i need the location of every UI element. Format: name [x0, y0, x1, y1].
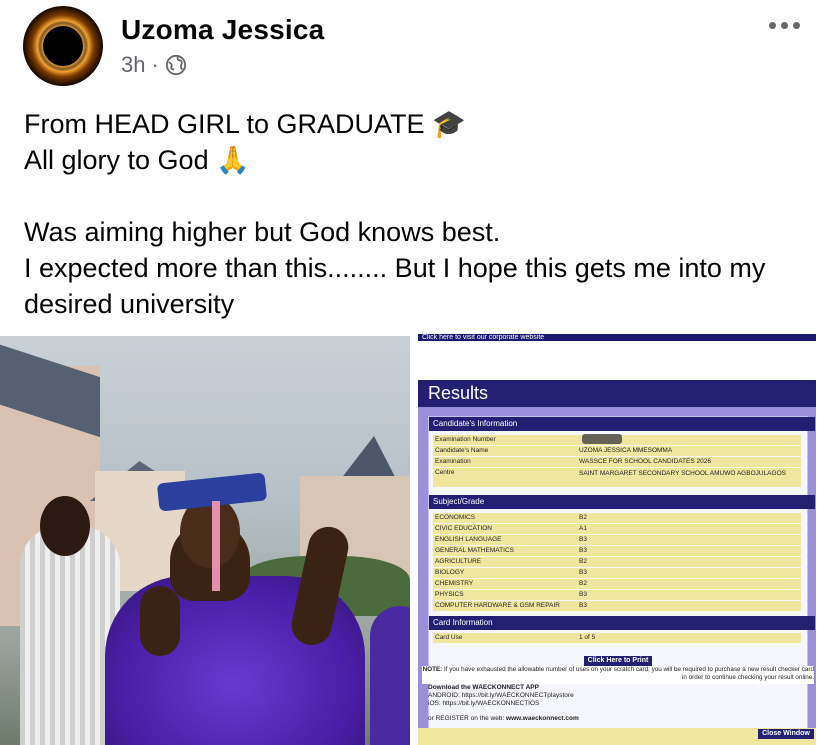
post-line: All glory to God 🙏: [24, 145, 250, 175]
author-avatar[interactable]: [23, 6, 103, 86]
candidate-row: Examination WASSCE FOR SCHOOL CANDIDATES…: [433, 457, 801, 467]
subject-grade: A1: [579, 525, 587, 532]
corporate-website-link: Click here to visit our corporate websit…: [418, 334, 816, 341]
post-time[interactable]: 3h: [121, 52, 145, 78]
post-line: From HEAD GIRL to GRADUATE 🎓: [24, 109, 466, 139]
results-title: Results: [418, 380, 816, 407]
subject-grade-header: Subject/Grade: [429, 495, 815, 509]
globe-icon: [165, 54, 186, 76]
redaction-mark: [582, 434, 622, 444]
grade-row: CIVIC EDUCATION A1: [433, 524, 801, 534]
subject-name: CHEMISTRY: [435, 580, 474, 587]
card-use-row: Card Use 1 of 5: [433, 633, 801, 643]
subject-name: AGRICULTURE: [435, 558, 482, 565]
subject-grade: B2: [579, 514, 587, 521]
subject-name: GENERAL MATHEMATICS: [435, 547, 514, 554]
candidate-row: Candidate's Name UZOMA JESSICA MMESOMMA: [433, 446, 801, 456]
card-use-label: Card Use: [435, 634, 463, 641]
card-info-header: Card Information: [429, 616, 815, 630]
post-line: Was aiming higher but God knows best.: [24, 217, 501, 247]
author-name[interactable]: Uzoma Jessica: [121, 14, 324, 46]
close-window-button[interactable]: Close Window: [758, 729, 814, 739]
more-options-button[interactable]: [769, 22, 800, 29]
app-title: Download the WAECKONNECT APP: [428, 684, 539, 691]
subject-name: COMPUTER HARDWARE & GSM REPAIR: [435, 602, 560, 609]
note-text: If you have exhausted the allowable numb…: [444, 666, 814, 681]
candidate-label: Examination Number: [435, 436, 496, 443]
grade-row: ENGLISH LANGUAGE B3: [433, 535, 801, 545]
candidate-value: UZOMA JESSICA MMESOMMA: [579, 447, 673, 454]
more-dots-icon: [769, 22, 776, 29]
grade-row: ECONOMICS B2: [433, 513, 801, 523]
subject-name: BIOLOGY: [435, 569, 465, 576]
candidate-value: SAINT MARGARET SECONDARY SCHOOL AMUWO AG…: [579, 470, 786, 477]
candidate-label: Centre: [435, 469, 455, 476]
grade-row: GENERAL MATHEMATICS B3: [433, 546, 801, 556]
result-screenshot[interactable]: Click here to visit our corporate websit…: [418, 334, 828, 745]
note-label: NOTE:: [422, 666, 443, 673]
register-url[interactable]: www.waeckonnect.com: [506, 715, 579, 722]
android-link[interactable]: ANDROID: https://bit.ly/WAECKONNECTplays…: [428, 692, 574, 700]
graduation-photo[interactable]: [0, 336, 410, 745]
post-meta: 3h ·: [121, 52, 187, 78]
meta-separator: ·: [151, 52, 159, 77]
subject-grade: B3: [579, 547, 587, 554]
subject-name: ENGLISH LANGUAGE: [435, 536, 502, 543]
subject-name: CIVIC EDUCATION: [435, 525, 492, 532]
subject-name: PHYSICS: [435, 591, 464, 598]
post-text: From HEAD GIRL to GRADUATE 🎓 All glory t…: [24, 106, 814, 322]
candidate-value: WASSCE FOR SCHOOL CANDIDATES 2026: [579, 458, 711, 465]
subject-grade: B3: [579, 536, 587, 543]
scratch-card-note: NOTE: If you have exhausted the allowabl…: [422, 666, 814, 684]
subject-grade: B2: [579, 580, 587, 587]
grade-row: PHYSICS B3: [433, 590, 801, 600]
subject-name: ECONOMICS: [435, 514, 476, 521]
bottom-bar: [418, 728, 816, 745]
grade-row: AGRICULTURE B2: [433, 557, 801, 567]
card-use-value: 1 of 5: [579, 634, 596, 641]
grade-row: BIOLOGY B3: [433, 568, 801, 578]
grade-row: COMPUTER HARDWARE & GSM REPAIR B3: [433, 601, 801, 611]
register-web: or REGISTER on the web: www.waeckonnect.…: [428, 715, 579, 722]
ios-link[interactable]: iOS: https://bit.ly/WAECKONNECTIOS: [428, 700, 574, 708]
grade-row: CHEMISTRY B2: [433, 579, 801, 589]
print-button[interactable]: Click Here to Print: [584, 656, 652, 666]
candidate-row: Centre SAINT MARGARET SECONDARY SCHOOL A…: [433, 468, 801, 487]
post-line-blank: [24, 178, 814, 214]
post-line: I expected more than this........ But I …: [24, 253, 766, 319]
candidate-info-header: Candidate's Information: [429, 417, 815, 431]
register-prefix: or REGISTER on the web:: [428, 715, 507, 722]
subject-grade: B3: [579, 591, 587, 598]
candidate-label: Candidate's Name: [435, 447, 489, 454]
app-download-info: Download the WAECKONNECT APP ANDROID: ht…: [428, 684, 574, 708]
subject-grade: B2: [579, 558, 587, 565]
subject-grade: B3: [579, 602, 587, 609]
subject-grade: B3: [579, 569, 587, 576]
candidate-label: Examination: [435, 458, 471, 465]
